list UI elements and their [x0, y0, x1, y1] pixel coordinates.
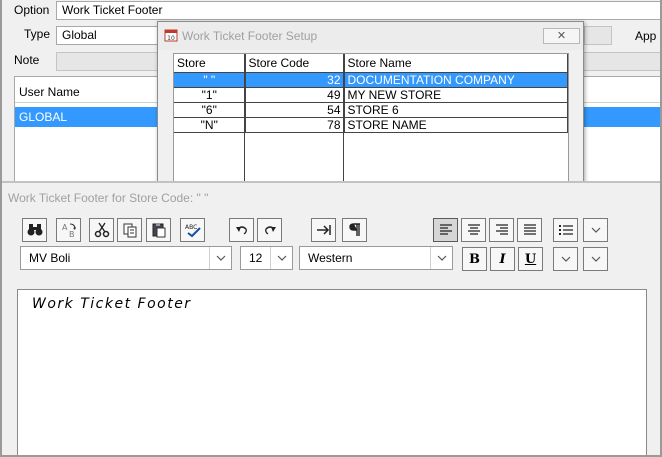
dialog-title: Work Ticket Footer Setup — [182, 29, 318, 43]
tab-icon — [316, 225, 331, 235]
replace-icon: A B — [62, 223, 76, 238]
align-left-icon — [439, 224, 452, 235]
paste-button[interactable] — [146, 218, 171, 242]
scissors-icon — [94, 222, 109, 238]
store-row[interactable]: " " 32 DOCUMENTATION COMPANY — [174, 72, 568, 88]
font-name-combo[interactable]: MV Boli — [20, 246, 232, 270]
tab-button[interactable] — [311, 218, 336, 242]
chevron-down-icon — [591, 256, 600, 262]
footer-text-content: Work Ticket Footer — [32, 296, 192, 312]
type-extra-field — [584, 26, 612, 45]
store-column-header[interactable]: Store — [174, 54, 246, 73]
store-code-cell: 54 — [245, 102, 345, 118]
cut-button[interactable] — [89, 218, 114, 242]
store-cell: "6" — [174, 102, 246, 118]
align-right-button[interactable] — [489, 218, 514, 242]
store-cell: " " — [174, 72, 246, 88]
store-code-cell: 78 — [245, 117, 345, 133]
store-cell: "1" — [174, 87, 246, 103]
type-label: Type — [24, 27, 51, 41]
show-paragraph-marks-button[interactable] — [342, 218, 367, 242]
close-button[interactable]: ✕ — [543, 28, 580, 44]
bullet-list-button[interactable] — [553, 218, 578, 242]
redo-button[interactable] — [257, 218, 282, 242]
svg-text:ABC: ABC — [185, 224, 197, 231]
store-code-column-header[interactable]: Store Code — [245, 54, 345, 73]
justify-button[interactable] — [517, 218, 542, 242]
store-name-cell: DOCUMENTATION COMPANY — [344, 72, 568, 88]
store-row[interactable]: "6" 54 STORE 6 — [174, 102, 568, 118]
copy-button[interactable] — [117, 218, 142, 242]
align-center-icon — [467, 224, 480, 235]
store-code-cell: 32 — [245, 72, 345, 88]
chevron-down-icon — [277, 255, 286, 261]
bold-button[interactable]: B — [462, 247, 487, 271]
store-row[interactable]: "N" 78 STORE NAME — [174, 117, 568, 133]
align-center-button[interactable] — [461, 218, 486, 242]
note-label: Note — [14, 53, 40, 67]
justify-icon — [523, 224, 536, 235]
font-name-value: MV Boli — [29, 251, 71, 265]
text-color-dropdown[interactable] — [553, 247, 578, 271]
spellcheck-button[interactable]: ABC — [180, 218, 205, 242]
highlight-color-dropdown[interactable] — [583, 247, 608, 271]
option-field[interactable]: Work Ticket Footer — [56, 1, 662, 20]
column-divider — [343, 54, 344, 188]
app-label: App — [635, 29, 657, 43]
chevron-down-icon — [591, 227, 600, 233]
store-code-cell: 49 — [245, 87, 345, 103]
column-divider — [244, 54, 245, 188]
paste-icon — [152, 223, 165, 238]
script-value: Western — [308, 251, 353, 265]
align-right-icon — [495, 224, 508, 235]
chevron-down-icon — [216, 255, 225, 261]
align-left-button[interactable] — [433, 218, 458, 242]
spellcheck-icon: ABC — [185, 224, 201, 238]
font-size-combo[interactable]: 12 — [240, 246, 293, 270]
svg-text:10: 10 — [167, 35, 175, 42]
footer-setup-dialog: 10 Work Ticket Footer Setup ✕ Store Stor… — [157, 21, 584, 188]
font-size-dropdown[interactable] — [270, 247, 292, 269]
bullet-list-icon — [558, 225, 573, 235]
footer-text-editor[interactable]: Work Ticket Footer — [17, 289, 647, 457]
pilcrow-icon — [348, 223, 360, 236]
stores-table: Store Store Code Store Name " " 32 DOCUM… — [174, 54, 568, 133]
binoculars-icon — [27, 224, 42, 236]
font-name-dropdown[interactable] — [209, 247, 231, 269]
store-row[interactable]: "1" 49 MY NEW STORE — [174, 87, 568, 103]
store-name-cell: STORE NAME — [344, 117, 568, 133]
editor-title: Work Ticket Footer for Store Code: " " — [8, 191, 209, 205]
svg-text:A: A — [62, 223, 68, 232]
script-combo[interactable]: Western — [299, 246, 453, 270]
font-size-value: 12 — [249, 251, 263, 265]
chevron-down-icon — [437, 255, 446, 261]
find-button[interactable] — [22, 218, 47, 242]
store-name-cell: MY NEW STORE — [344, 87, 568, 103]
window-border-left — [0, 0, 2, 457]
type-field[interactable]: Global — [56, 26, 160, 45]
undo-button[interactable] — [229, 218, 254, 242]
undo-icon — [235, 226, 247, 235]
calendar-icon: 10 — [164, 29, 178, 42]
list-options-dropdown[interactable] — [583, 218, 608, 242]
store-cell: "N" — [174, 117, 246, 133]
store-name-column-header[interactable]: Store Name — [344, 54, 568, 73]
underline-button[interactable]: U — [518, 247, 543, 271]
script-dropdown[interactable] — [430, 247, 452, 269]
replace-button[interactable]: A B — [56, 218, 81, 242]
redo-icon — [264, 226, 276, 235]
option-label: Option — [14, 3, 50, 17]
store-name-cell: STORE 6 — [344, 102, 568, 118]
copy-icon — [123, 223, 136, 238]
chevron-down-icon — [561, 256, 570, 262]
stores-grid[interactable]: Store Store Code Store Name " " 32 DOCUM… — [173, 53, 569, 188]
svg-text:B: B — [69, 230, 75, 238]
italic-button[interactable]: I — [490, 247, 515, 271]
